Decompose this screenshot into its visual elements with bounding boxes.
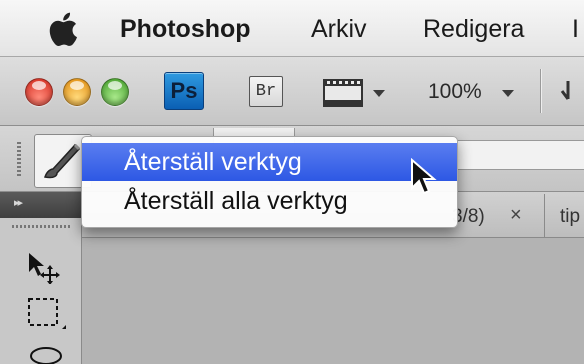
application-bar: Ps Br 100%	[0, 57, 584, 126]
view-extras-dropdown-arrow-icon[interactable]	[373, 90, 385, 97]
tab-divider	[544, 194, 545, 238]
menu-item-reset-all-tools[interactable]: Återställ alla verktyg	[82, 182, 457, 220]
menu-next-partial[interactable]: I	[572, 14, 579, 44]
close-tab-icon[interactable]: ×	[510, 204, 522, 226]
zoom-dropdown-arrow-icon[interactable]	[502, 90, 514, 97]
photoshop-logo-button[interactable]: Ps	[164, 72, 204, 110]
menu-redigera[interactable]: Redigera	[423, 14, 524, 44]
launch-bridge-button[interactable]: Br	[249, 76, 283, 107]
minimize-window-button[interactable]	[63, 78, 91, 106]
mac-menu-bar: Photoshop Arkiv Redigera I	[0, 0, 584, 57]
view-extras-icon[interactable]	[322, 77, 364, 109]
move-tool-icon[interactable]	[26, 250, 62, 284]
hand-tool-icon[interactable]	[558, 77, 584, 109]
options-input-field[interactable]	[455, 140, 584, 170]
options-bar-grip[interactable]	[17, 142, 21, 176]
photoshop-window: Photoshop Arkiv Redigera I Ps Br 100% ▸▸…	[0, 0, 584, 364]
collapse-panel-icon[interactable]: ▸▸	[14, 196, 23, 209]
document-canvas-area[interactable]	[82, 238, 584, 364]
lasso-tool-icon[interactable]	[28, 342, 68, 364]
marquee-tool-icon[interactable]	[26, 296, 66, 332]
menu-arkiv[interactable]: Arkiv	[311, 14, 367, 44]
tools-panel-header[interactable]: ▸▸	[0, 192, 82, 218]
menu-item-reset-tool[interactable]: Återställ verktyg	[82, 143, 457, 181]
close-window-button[interactable]	[25, 78, 53, 106]
zoom-window-button[interactable]	[101, 78, 129, 106]
mouse-cursor-icon	[411, 158, 437, 195]
document-tab-next[interactable]: tip	[560, 206, 580, 228]
apple-icon[interactable]	[48, 10, 84, 48]
panel-divider	[12, 225, 70, 228]
menu-photoshop[interactable]: Photoshop	[120, 14, 251, 44]
zoom-level-select[interactable]: 100%	[428, 78, 482, 106]
toolbar-separator	[540, 69, 541, 113]
tool-preset-context-menu: Återställ verktyg Återställ alla verktyg	[81, 136, 458, 228]
